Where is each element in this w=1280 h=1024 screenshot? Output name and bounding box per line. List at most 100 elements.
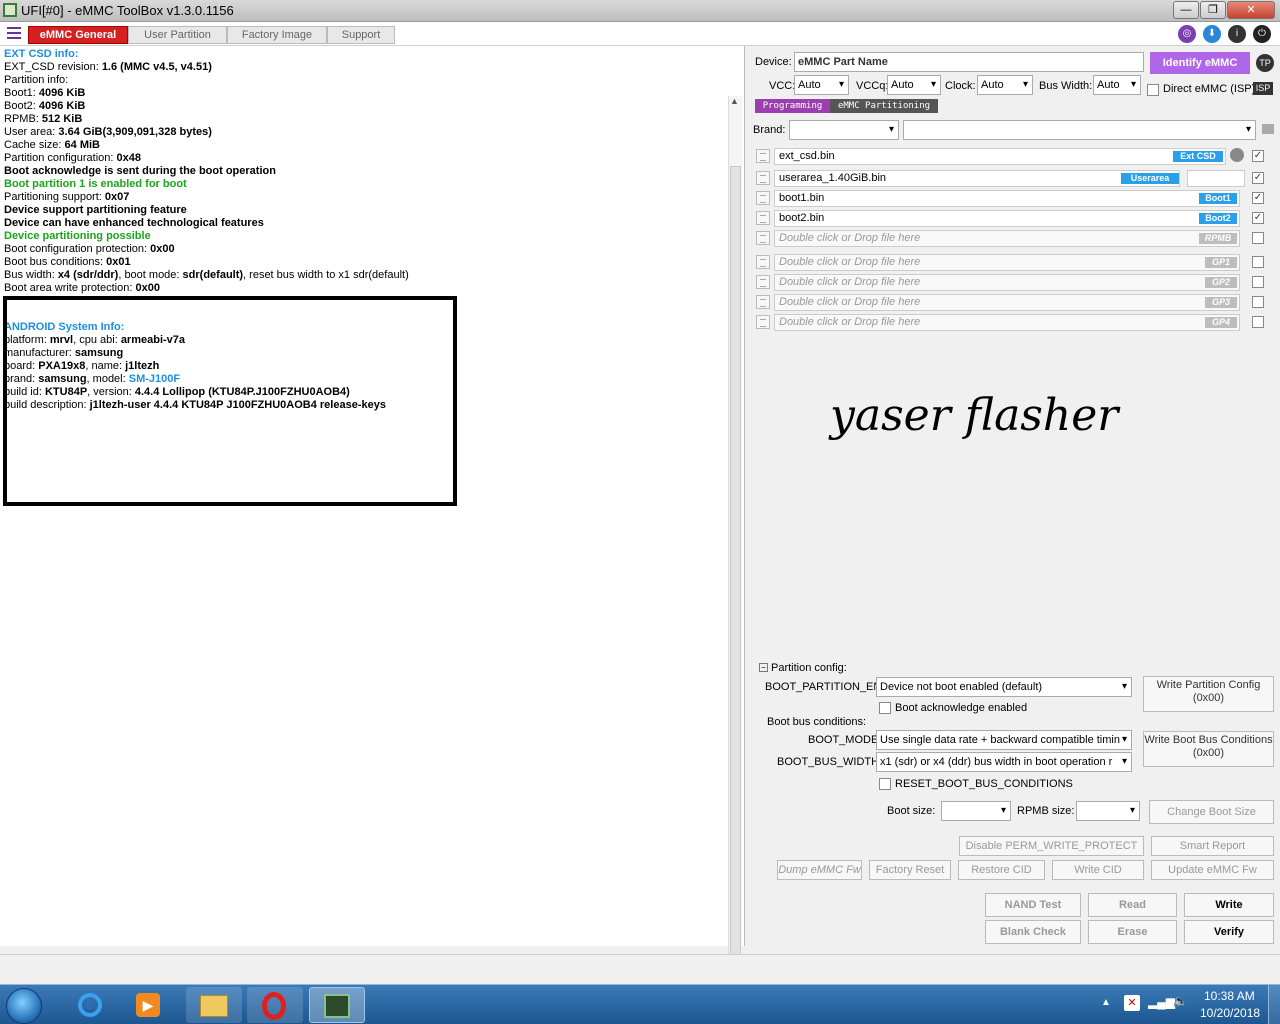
blank-check-button[interactable]: Blank Check [985,920,1081,944]
media-player-icon[interactable]: ▶ [120,987,176,1023]
file-row[interactable]: boot2.bin Boot2 [774,210,1240,227]
smart-report-button[interactable]: Smart Report [1151,836,1274,856]
tray-expand-icon[interactable]: ▲ [1101,997,1111,1008]
tp-button[interactable]: TP [1256,54,1274,72]
file-enable-checkbox[interactable] [1252,212,1264,224]
volume-icon[interactable]: 🔈 [1173,994,1188,1008]
bus-width-select[interactable]: Auto [1093,75,1141,95]
file-row[interactable]: Double click or Drop file here RPMB [774,230,1240,247]
boot-bus-width-label: BOOT_BUS_WIDTH [777,756,880,768]
userarea-size-field[interactable] [1187,170,1245,187]
file-enable-checkbox[interactable] [1252,172,1264,184]
file-row[interactable]: Double click or Drop file here GP1 [774,254,1240,271]
ufi-toolbox-icon[interactable] [309,987,365,1023]
erase-button[interactable]: Erase [1088,920,1177,944]
settings-gear-icon[interactable] [1230,148,1244,162]
write-boot-bus-button[interactable]: Write Boot Bus Conditions (0x00) [1143,731,1274,767]
reset-boot-bus-checkbox[interactable] [879,778,891,790]
log-text: 0x00 [135,282,160,294]
collapse-icon[interactable]: − [759,663,768,672]
boot-partition-select[interactable]: Device not boot enabled (default) [876,677,1132,697]
boot-mode-select[interactable]: Use single data rate + backward compatib… [876,730,1132,750]
tab-support[interactable]: Support [327,26,395,44]
explorer-icon[interactable] [186,987,242,1023]
boot-size-select[interactable] [941,801,1011,821]
update-emmc-fw-button[interactable]: Update eMMC Fw [1151,860,1274,880]
file-browse-icon[interactable] [756,315,770,329]
file-browse-icon[interactable] [756,211,770,225]
vccq-label: VCCq: [856,80,889,92]
minimize-button[interactable]: — [1173,1,1199,19]
tab-emmc-general[interactable]: eMMC General [28,26,128,44]
rpmb-size-select[interactable] [1076,801,1140,821]
read-button[interactable]: Read [1088,893,1177,917]
download-icon[interactable]: ⬇ [1203,25,1221,43]
direct-emmc-checkbox[interactable] [1147,84,1159,96]
log-text: 64 MiB [64,139,100,151]
network-icon[interactable]: ▂▄▆ [1148,995,1175,1009]
file-browse-icon[interactable] [756,191,770,205]
model-select[interactable] [903,120,1256,140]
restore-cid-button[interactable]: Restore CID [958,860,1045,880]
file-row[interactable]: ext_csd.bin Ext CSD [774,148,1226,165]
device-part-name-field[interactable]: eMMC Part Name [794,52,1144,72]
clock-date[interactable]: 10/20/2018 [1200,1006,1260,1020]
subtab-programming[interactable]: Programming [755,99,830,113]
log-vertical-scrollbar[interactable]: ▲ ▼ [728,96,742,974]
log-text: x4 (sdr/ddr) [57,269,119,281]
file-row[interactable]: userarea_1.40GiB.bin Userarea [774,170,1180,187]
write-cid-button[interactable]: Write CID [1052,860,1144,880]
file-row[interactable]: Double click or Drop file here GP4 [774,314,1240,331]
file-enable-checkbox[interactable] [1252,316,1264,328]
factory-reset-button[interactable]: Factory Reset [869,860,951,880]
tab-user-partition[interactable]: User Partition [128,26,227,44]
write-partition-config-button[interactable]: Write Partition Config (0x00) [1143,676,1274,712]
menu-icon[interactable] [7,27,21,39]
file-enable-checkbox[interactable] [1252,256,1264,268]
boot-ack-checkbox[interactable] [879,702,891,714]
vccq-select[interactable]: Auto [887,75,941,95]
file-enable-checkbox[interactable] [1252,296,1264,308]
boot-bus-width-select[interactable]: x1 (sdr) or x4 (ddr) bus width in boot o… [876,752,1132,772]
change-boot-size-button[interactable]: Change Boot Size [1149,800,1274,824]
identify-emmc-button[interactable]: Identify eMMC [1150,52,1250,74]
log-line: Cache size: 64 MiB [4,139,100,152]
file-enable-checkbox[interactable] [1252,276,1264,288]
file-browse-icon[interactable] [756,255,770,269]
ie-icon[interactable]: e [62,987,118,1023]
info-icon[interactable]: i [1228,25,1246,43]
file-browse-icon[interactable] [756,295,770,309]
dump-emmc-fw-button[interactable]: Dump eMMC Fw [777,860,862,880]
power-icon[interactable]: ⏻ [1253,25,1271,43]
write-button[interactable]: Write [1184,893,1274,917]
file-row[interactable]: Double click or Drop file here GP3 [774,294,1240,311]
nand-test-button[interactable]: NAND Test [985,893,1081,917]
file-browse-icon[interactable] [756,275,770,289]
brand-select[interactable] [789,120,899,140]
vcc-select[interactable]: Auto [794,75,849,95]
file-row[interactable]: Double click or Drop file here GP2 [774,274,1240,291]
start-button[interactable] [6,988,42,1024]
action-center-icon[interactable]: ✕ [1124,995,1140,1011]
verify-button[interactable]: Verify [1184,920,1274,944]
file-browse-icon[interactable] [756,149,770,163]
disable-perm-write-protect-button[interactable]: Disable PERM_WRITE_PROTECT [959,836,1144,856]
clock-select[interactable]: Auto [977,75,1033,95]
show-desktop-button[interactable] [1268,985,1280,1024]
opera-icon[interactable] [247,987,303,1023]
folder-icon[interactable] [1262,124,1274,134]
purple-chip-icon[interactable]: ◎ [1178,25,1196,43]
isp-badge[interactable]: ISP [1253,82,1273,95]
file-row[interactable]: boot1.bin Boot1 [774,190,1240,207]
clock-time[interactable]: 10:38 AM [1204,989,1255,1003]
file-enable-checkbox[interactable] [1252,150,1264,162]
tab-factory-image[interactable]: Factory Image [227,26,327,44]
file-browse-icon[interactable] [756,171,770,185]
subtab-emmc-partitioning[interactable]: eMMC Partitioning [830,99,938,113]
file-browse-icon[interactable] [756,231,770,245]
close-button[interactable]: ✕ [1227,1,1275,19]
file-enable-checkbox[interactable] [1252,192,1264,204]
maximize-button[interactable]: ❐ [1200,1,1226,19]
partition-tag: Userarea [1121,173,1179,184]
file-enable-checkbox[interactable] [1252,232,1264,244]
